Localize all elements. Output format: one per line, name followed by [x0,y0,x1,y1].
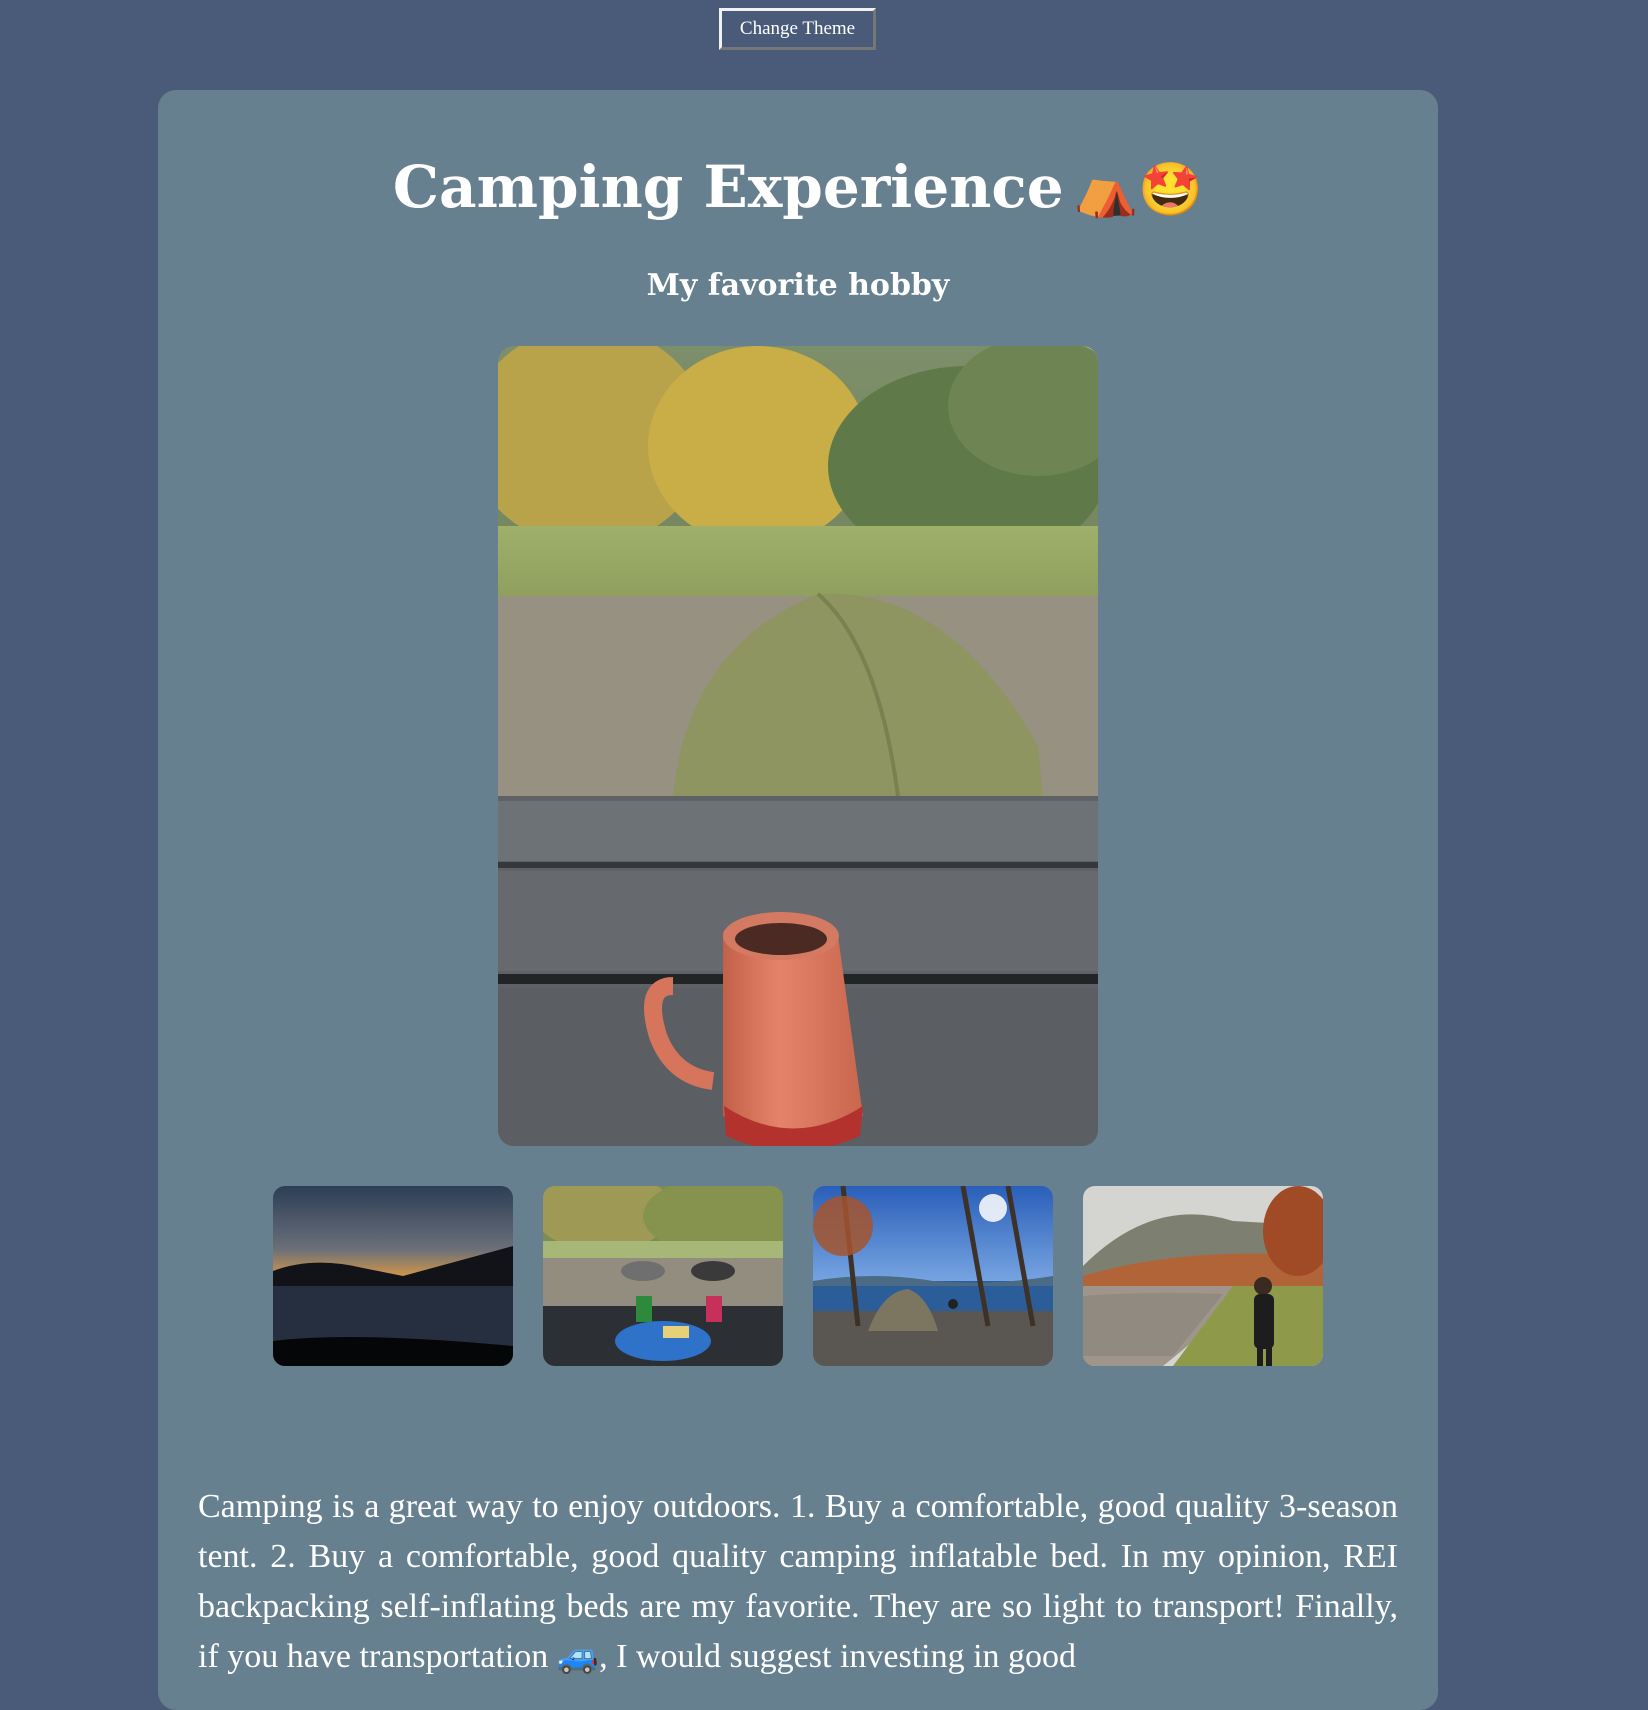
thumbnail-lakeside-tent[interactable] [813,1186,1053,1366]
title-emoji: ⛺🤩 [1073,160,1204,220]
page-title: Camping Experience ⛺🤩 [158,152,1438,225]
thumbnail-lake-sunset[interactable] [273,1186,513,1366]
page-subtitle: My favorite hobby [646,268,950,303]
thumbnail-camp-stove[interactable] [543,1186,783,1366]
change-theme-button[interactable]: Change Theme [719,8,876,50]
hero-photo [498,346,1098,1146]
content-card: Camping Experience⛺🤩 My favorite hobby [158,90,1438,1710]
thumbnail-person-by-river[interactable] [1083,1186,1323,1366]
page-title-text: Camping Experience [392,153,1064,221]
camping-description: Camping is a great way to enjoy outdoors… [198,1488,1398,1675]
